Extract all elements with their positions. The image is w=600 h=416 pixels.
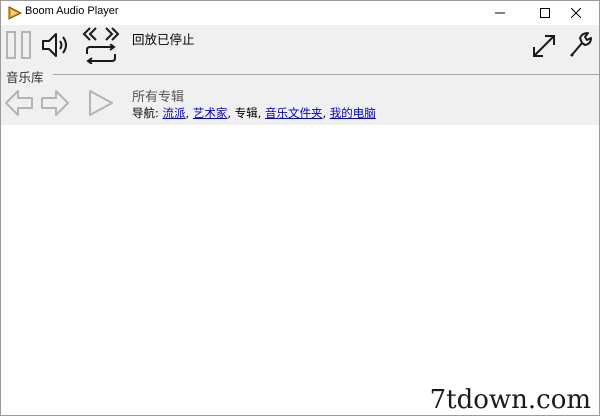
breadcrumb-separator: , (322, 106, 330, 120)
playback-status: 回放已停止 (132, 32, 195, 47)
app-window: Boom Audio Player 回放已停止 音乐库 所有专辑 导航: 流派,… (0, 0, 600, 416)
section-divider (53, 74, 599, 75)
app-logo-icon (8, 6, 22, 20)
settings-wrench-icon[interactable] (567, 31, 595, 59)
previous-next-icon[interactable] (81, 26, 121, 44)
volume-icon[interactable] (41, 31, 71, 59)
maximize-icon (540, 8, 550, 18)
breadcrumb-prefix: 导航: (132, 106, 159, 120)
play-icon[interactable] (87, 89, 115, 117)
album-list-area[interactable] (1, 125, 599, 415)
title-bar[interactable]: Boom Audio Player (1, 1, 599, 25)
close-icon (571, 8, 581, 18)
watermark-text: 7tdown.com (429, 385, 591, 415)
breadcrumb: 导航: 流派, 艺术家, 专辑, 音乐文件夹, 我的电脑 (132, 105, 376, 121)
close-button[interactable] (553, 1, 599, 25)
fullscreen-icon[interactable] (531, 33, 557, 59)
breadcrumb-separator: , (227, 106, 235, 120)
back-arrow-icon[interactable] (5, 89, 33, 117)
breadcrumb-link-genre[interactable]: 流派 (163, 106, 186, 120)
breadcrumb-link-my-computer[interactable]: 我的电脑 (330, 106, 376, 120)
breadcrumb-link-artist[interactable]: 艺术家 (193, 106, 228, 120)
pause-icon[interactable] (5, 31, 33, 59)
window-title: Boom Audio Player (25, 5, 119, 17)
forward-arrow-icon[interactable] (41, 89, 69, 117)
minimize-button[interactable] (477, 1, 523, 25)
breadcrumb-link-music-folder[interactable]: 音乐文件夹 (265, 106, 323, 120)
repeat-icon[interactable] (81, 44, 121, 64)
breadcrumb-separator: , (257, 106, 265, 120)
breadcrumb-current-album: 专辑 (234, 106, 258, 120)
breadcrumb-separator: , (185, 106, 193, 120)
minimize-icon (495, 12, 505, 14)
control-panel: 回放已停止 音乐库 所有专辑 导航: 流派, 艺术家, 专辑, 音乐文件夹, 我… (1, 25, 599, 125)
library-section-label: 音乐库 (6, 70, 44, 85)
album-view-title: 所有专辑 (132, 90, 185, 105)
